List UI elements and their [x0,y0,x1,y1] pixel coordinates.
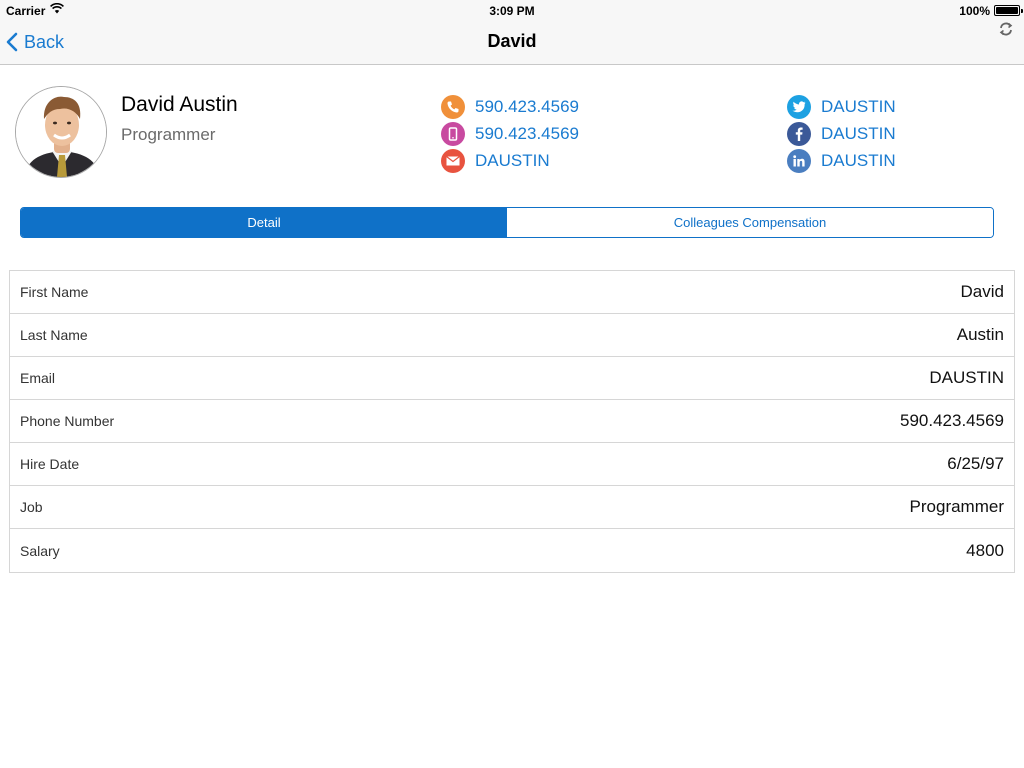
mobile-number: 590.423.4569 [475,124,579,143]
email-link[interactable]: DAUSTIN [441,149,550,173]
row-value: Programmer [909,497,1004,516]
row-label: Email [20,370,56,386]
mobile-icon [441,122,465,146]
mobile-link[interactable]: 590.423.4569 [441,122,579,146]
table-row: Hire Date 6/25/97 [10,443,1014,486]
row-label: Hire Date [20,456,80,472]
row-label: Last Name [20,327,88,343]
row-value: Austin [956,325,1004,344]
row-value: 590.423.4569 [900,411,1004,430]
row-value: DAUSTIN [929,368,1004,387]
table-row: First Name David [10,271,1014,314]
row-value: David [960,282,1004,301]
battery-icon [994,5,1023,16]
twitter-handle: DAUSTIN [821,97,896,116]
navigation-bar: Back David [0,20,1024,65]
phone-link[interactable]: 590.423.4569 [441,95,579,119]
battery-percentage: 100% [959,4,990,18]
row-label: First Name [20,284,89,300]
tab-detail[interactable]: Detail [21,208,507,237]
linkedin-handle: DAUSTIN [821,151,896,170]
employee-job: Programmer [121,125,216,144]
page-title: David [487,31,537,51]
facebook-link[interactable]: DAUSTIN [787,122,896,146]
phone-icon [441,95,465,119]
table-row: Salary 4800 [10,529,1014,572]
employee-name: David Austin [121,93,238,116]
clock: 3:09 PM [489,4,535,18]
email-address: DAUSTIN [475,151,550,170]
twitter-link[interactable]: DAUSTIN [787,95,896,119]
row-label: Phone Number [20,413,115,429]
table-row: Job Programmer [10,486,1014,529]
row-value: 4800 [966,540,1004,560]
status-bar: Carrier 3:09 PM 100% [0,0,1024,20]
detail-table: First Name David Last Name Austin Email … [9,270,1015,573]
table-row: Email DAUSTIN [10,357,1014,400]
tab-colleagues-compensation[interactable]: Colleagues Compensation [507,208,993,237]
twitter-icon [787,95,811,119]
row-label: Salary [20,542,60,559]
table-row: Last Name Austin [10,314,1014,357]
avatar [15,86,107,178]
row-value: 6/25/97 [947,454,1004,473]
facebook-icon [787,122,811,146]
refresh-icon[interactable] [998,21,1014,37]
linkedin-icon [787,149,811,173]
table-row: Phone Number 590.423.4569 [10,400,1014,443]
email-icon [441,149,465,173]
linkedin-link[interactable]: DAUSTIN [787,149,896,173]
row-label: Job [20,499,43,515]
phone-number: 590.423.4569 [475,97,579,116]
facebook-handle: DAUSTIN [821,124,896,143]
segmented-control: Detail Colleagues Compensation [20,207,994,238]
